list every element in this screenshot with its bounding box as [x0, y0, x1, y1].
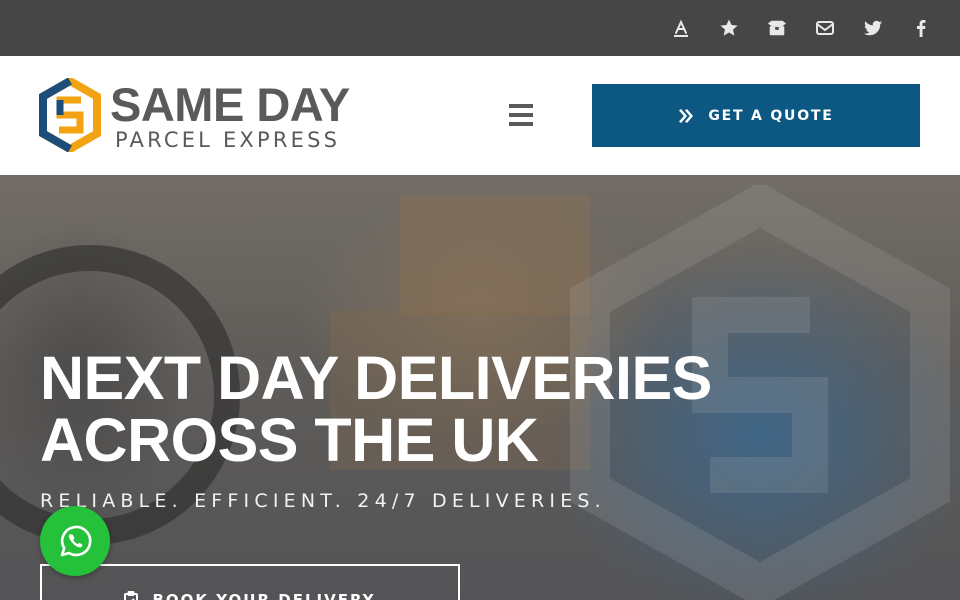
top-utility-bar: [0, 0, 960, 56]
logo-hexagon-icon: [39, 78, 101, 152]
envelope-icon[interactable]: [814, 17, 836, 39]
site-logo[interactable]: SAME DAY PARCEL EXPRESS: [38, 78, 368, 154]
get-a-quote-label: GET A QUOTE: [708, 107, 834, 124]
hero-banner: NEXT DAY DELIVERIES ACROSS THE UK RELIAB…: [0, 175, 960, 600]
whatsapp-chat-button[interactable]: [40, 506, 110, 576]
get-a-quote-button[interactable]: GET A QUOTE: [592, 84, 920, 147]
site-header: SAME DAY PARCEL EXPRESS GET A QUOTE: [0, 56, 960, 175]
facebook-icon[interactable]: [910, 17, 932, 39]
trustpilot-icon[interactable]: [670, 17, 692, 39]
hero-headline: NEXT DAY DELIVERIES ACROSS THE UK: [40, 344, 712, 474]
twitter-icon[interactable]: [862, 17, 884, 39]
social-icon-group: [670, 0, 932, 56]
star-icon[interactable]: [718, 17, 740, 39]
hero-tagline: RELIABLE. EFFICIENT. 24/7 DELIVERIES.: [40, 490, 606, 512]
book-your-delivery-button[interactable]: BOOK YOUR DELIVERY: [40, 564, 460, 600]
whatsapp-icon: [60, 525, 92, 557]
clipboard-icon: [124, 591, 139, 600]
logo-wordmark-top: SAME DAY: [110, 78, 350, 131]
book-your-delivery-label: BOOK YOUR DELIVERY: [152, 591, 376, 600]
double-chevron-right-icon: [679, 108, 694, 123]
box-icon[interactable]: [766, 17, 788, 39]
hamburger-icon[interactable]: [509, 103, 533, 127]
logo-wordmark-bottom: PARCEL EXPRESS: [115, 128, 341, 152]
